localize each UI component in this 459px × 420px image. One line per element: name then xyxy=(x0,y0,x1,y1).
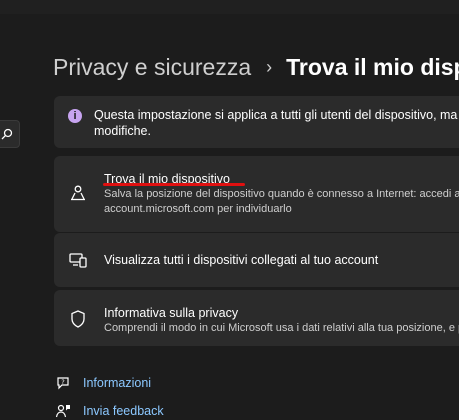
devices-icon xyxy=(69,253,87,268)
annotation-underline xyxy=(103,183,245,186)
page-title: Trova il mio disp xyxy=(286,53,459,80)
chevron-right-icon: › xyxy=(266,56,273,77)
help-icon: ? xyxy=(57,377,69,390)
svg-text:?: ? xyxy=(61,378,64,386)
feedback-icon xyxy=(55,404,70,418)
setting-subtitle: Salva la posizione del dispositivo quand… xyxy=(104,187,459,217)
info-text: Questa impostazione si applica a tutti g… xyxy=(94,107,459,139)
window-top-strip xyxy=(0,0,459,14)
breadcrumb-parent-link[interactable]: Privacy e sicurezza xyxy=(53,54,251,81)
shield-icon xyxy=(71,310,85,328)
info-icon: i xyxy=(68,109,82,123)
setting-title: Visualizza tutti i dispositivi collegati… xyxy=(104,253,379,267)
breadcrumb: Privacy e sicurezza › Trova il mio disp xyxy=(53,50,459,84)
setting-subtitle-line: Salva la posizione del dispositivo quand… xyxy=(104,188,459,200)
link-label: Invia feedback xyxy=(83,404,164,418)
info-text-line: modifiche. xyxy=(94,124,151,138)
setting-title: Informativa sulla privacy xyxy=(104,306,239,320)
link-label: Informazioni xyxy=(83,376,152,390)
setting-subtitle-line: account.microsoft.com per individuarlo xyxy=(104,203,292,215)
person-location-icon xyxy=(71,185,85,201)
setting-find-my-device[interactable]: Trova il mio dispositivo Salva la posizi… xyxy=(54,156,459,232)
info-text-line: Questa impostazione si applica a tutti g… xyxy=(94,108,459,122)
setting-privacy-statement[interactable]: Informativa sulla privacy Comprendi il m… xyxy=(54,290,459,346)
link-informazioni[interactable]: ? Informazioni xyxy=(55,373,151,393)
info-banner: i Questa impostazione si applica a tutti… xyxy=(54,96,459,148)
search-icon xyxy=(1,128,13,140)
link-send-feedback[interactable]: Invia feedback xyxy=(55,401,164,420)
setting-view-devices[interactable]: Visualizza tutti i dispositivi collegati… xyxy=(54,233,459,287)
search-button[interactable] xyxy=(0,120,20,148)
setting-subtitle: Comprendi il modo in cui Microsoft usa i… xyxy=(104,322,459,334)
